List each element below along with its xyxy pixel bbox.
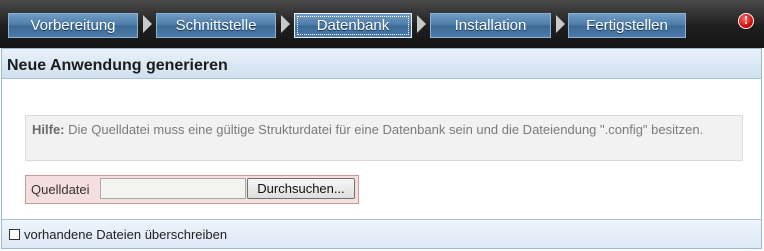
step-arrow-icon [417,15,426,33]
browse-button[interactable]: Durchsuchen... [247,178,355,199]
overwrite-checkbox[interactable] [9,229,20,240]
source-file-row: Quelldatei Durchsuchen... [25,175,359,204]
step-vorbereitung[interactable]: Vorbereitung [8,13,138,38]
panel-footer: vorhandene Dateien überschreiben [2,219,761,248]
step-arrow-icon [556,15,565,33]
step-installation[interactable]: Installation [430,13,551,38]
step-datenbank[interactable]: Datenbank [294,13,412,38]
wizard-bar: Vorbereitung Schnittstelle Datenbank Ins… [0,0,764,48]
help-box: Hilfe: Die Quelldatei muss eine gültige … [25,115,743,161]
info-icon[interactable]: ! [738,13,754,29]
main-panel: Neue Anwendung generieren Hilfe: Die Que… [1,48,762,249]
step-schnittstelle[interactable]: Schnittstelle [156,13,276,38]
help-label: Hilfe: [32,122,65,137]
step-arrow-icon [281,15,290,33]
source-file-label: Quelldatei [31,182,90,197]
help-text: Die Quelldatei muss eine gültige Struktu… [68,122,704,137]
step-arrow-icon [143,15,152,33]
panel-header: Neue Anwendung generieren [2,49,761,79]
step-fertigstellen[interactable]: Fertigstellen [568,13,686,38]
overwrite-label[interactable]: vorhandene Dateien überschreiben [24,227,227,242]
source-file-input[interactable] [100,178,246,199]
page-title: Neue Anwendung generieren [7,57,228,74]
